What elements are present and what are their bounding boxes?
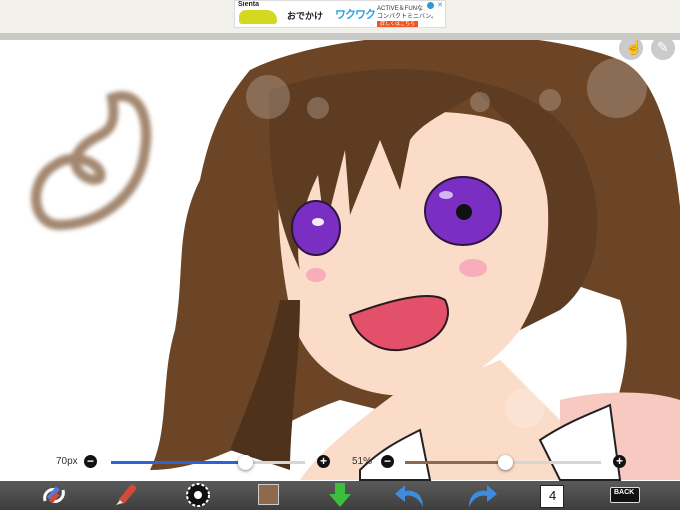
ad-info-icon[interactable] — [427, 2, 434, 9]
swap-tools-icon — [43, 486, 65, 504]
undo-button[interactable] — [393, 481, 427, 510]
opacity-increase-button[interactable]: + — [613, 455, 626, 468]
opacity-decrease-button[interactable]: − — [381, 455, 394, 468]
bottom-toolbar: 4 BACK — [0, 481, 680, 510]
brush-size-label: 70px — [56, 456, 78, 467]
doodle-stroke — [31, 91, 152, 231]
brush-size-slider[interactable] — [111, 455, 305, 470]
top-bar-edge — [0, 33, 680, 40]
opacity-slider[interactable] — [405, 455, 601, 470]
swap-tools-button[interactable] — [36, 481, 72, 510]
drawing-canvas[interactable]: ☝ ✎ — [0, 40, 680, 510]
back-label: BACK — [614, 489, 635, 496]
undo-icon — [395, 485, 423, 507]
ad-banner[interactable]: Sienta おでかけ ワクワク ACTIVE＆FUNな コンパクトミニバン。 … — [234, 0, 446, 28]
ad-headline: おでかけ — [287, 11, 324, 21]
brush-size-thumb[interactable] — [238, 455, 253, 470]
redo-icon — [469, 485, 497, 507]
color-swatch-icon — [258, 484, 279, 505]
brush-icon — [116, 484, 137, 505]
color-wheel-button[interactable] — [182, 481, 214, 510]
brush-size-fill — [111, 461, 245, 464]
ad-subline-2: コンパクトミニバン。 — [377, 14, 437, 20]
save-button[interactable] — [323, 481, 357, 510]
brush-size-increase-button[interactable]: + — [317, 455, 330, 468]
ad-logo: ワクワク — [335, 9, 376, 21]
color-swatch-button[interactable] — [255, 481, 279, 510]
save-icon — [329, 483, 351, 507]
left-eye — [291, 200, 341, 256]
layer-count: 4 — [549, 488, 557, 503]
back-button[interactable]: BACK — [608, 481, 640, 510]
redo-button[interactable] — [465, 481, 499, 510]
layers-button[interactable]: 4 — [537, 481, 567, 510]
opacity-thumb[interactable] — [498, 455, 513, 470]
ad-cta[interactable]: 詳しくはこちら — [377, 21, 419, 27]
brush-size-decrease-button[interactable]: − — [84, 455, 97, 468]
ad-subline-1: ACTIVE＆FUNな — [377, 6, 424, 12]
hand-icon: ☝ — [625, 40, 643, 55]
opacity-label: 51% — [352, 456, 373, 467]
opacity-fill — [405, 461, 505, 464]
ad-brand: Sienta — [238, 1, 260, 8]
brush-button[interactable] — [108, 481, 144, 510]
color-wheel-icon — [186, 483, 210, 507]
pencil-icon: ✎ — [657, 40, 669, 55]
ad-close-icon[interactable]: ✕ — [437, 1, 443, 9]
ad-car-image — [239, 10, 277, 24]
drawing-artwork — [31, 40, 680, 481]
